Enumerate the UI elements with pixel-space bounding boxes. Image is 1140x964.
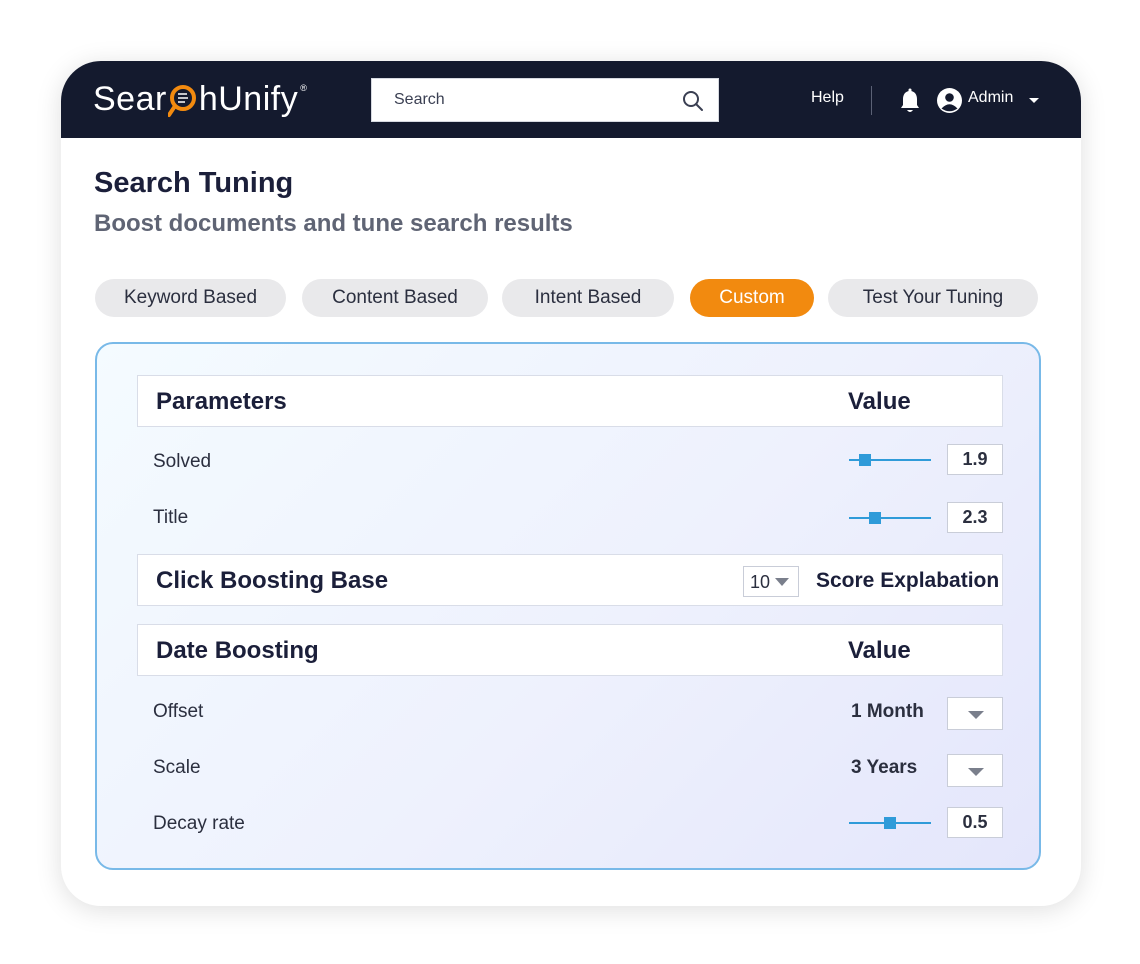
user-avatar-icon[interactable] <box>937 88 962 113</box>
parameters-header: Parameters Value <box>137 375 1003 427</box>
decay-rate-value[interactable]: 0.5 <box>947 807 1003 838</box>
click-boosting-label: Click Boosting Base <box>156 567 389 594</box>
date-boosting-header: Date Boosting Value <box>137 624 1003 676</box>
user-menu-label[interactable]: Admin <box>968 89 1013 107</box>
scale-label: Scale <box>153 757 201 778</box>
registered-mark: ® <box>300 83 308 93</box>
click-boosting-row: Click Boosting Base 10 Score Explabation <box>137 554 1003 606</box>
help-link[interactable]: Help <box>811 89 844 107</box>
offset-value: 1 Month <box>851 701 924 722</box>
top-navigation-bar: Sear hUnify ® Help <box>61 61 1081 138</box>
header-divider <box>871 86 872 115</box>
click-boosting-select-value: 10 <box>750 572 771 592</box>
slider-thumb[interactable] <box>869 512 882 524</box>
caret-down-icon[interactable] <box>1028 97 1040 105</box>
tab-custom[interactable]: Custom <box>690 279 814 317</box>
page-subtitle: Boost documents and tune search results <box>94 210 573 237</box>
param-title-slider[interactable] <box>849 511 931 525</box>
parameters-value-heading: Value <box>848 388 911 415</box>
slider-thumb[interactable] <box>884 817 896 829</box>
app-window: Sear hUnify ® Help <box>61 61 1081 906</box>
date-boosting-heading: Date Boosting <box>156 637 319 664</box>
scale-dropdown-button[interactable] <box>947 754 1003 787</box>
search-icon[interactable] <box>682 90 704 112</box>
bell-icon[interactable] <box>899 88 921 114</box>
offset-label: Offset <box>153 701 204 722</box>
global-search-box[interactable] <box>371 78 719 122</box>
param-solved-label: Solved <box>153 451 212 472</box>
param-solved-slider[interactable] <box>849 453 931 467</box>
date-boosting-value-heading: Value <box>848 637 911 664</box>
tab-keyword-based[interactable]: Keyword Based <box>95 279 286 317</box>
slider-thumb[interactable] <box>859 454 872 466</box>
score-explanation-link[interactable]: Score Explabation <box>816 569 999 593</box>
caret-down-icon <box>968 711 984 719</box>
parameters-heading: Parameters <box>156 388 287 415</box>
logo-text-right: hUnify <box>198 79 299 118</box>
caret-down-icon <box>968 768 984 776</box>
slider-track <box>849 517 931 519</box>
searchunify-logo[interactable]: Sear hUnify ® <box>93 79 307 119</box>
tab-content-based[interactable]: Content Based <box>302 279 488 317</box>
click-boosting-select[interactable]: 10 <box>743 566 799 597</box>
search-input[interactable] <box>392 90 666 110</box>
decay-rate-slider[interactable] <box>849 816 931 830</box>
offset-dropdown-button[interactable] <box>947 697 1003 730</box>
param-title-label: Title <box>153 507 189 528</box>
page-title: Search Tuning <box>94 167 294 199</box>
param-solved-value[interactable]: 1.9 <box>947 444 1003 475</box>
scale-value: 3 Years <box>851 757 918 778</box>
caret-down-icon <box>775 578 789 586</box>
tab-intent-based[interactable]: Intent Based <box>502 279 674 317</box>
logo-text-left: Sear <box>93 79 167 118</box>
magnifier-logo-icon <box>166 84 198 117</box>
decay-rate-label: Decay rate <box>153 813 245 834</box>
tab-test-your-tuning[interactable]: Test Your Tuning <box>828 279 1038 317</box>
custom-tuning-panel: Parameters Value Solved 1.9 Title 2.3 Cl… <box>95 342 1041 870</box>
param-title-value[interactable]: 2.3 <box>947 502 1003 533</box>
